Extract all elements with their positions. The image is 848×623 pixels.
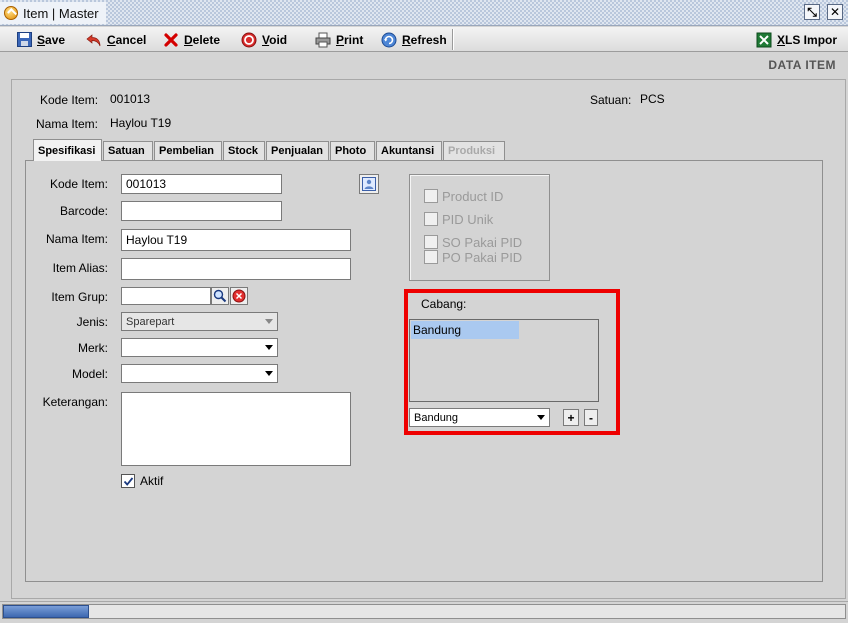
magnifier-icon <box>213 289 227 303</box>
barcode-label: Barcode: <box>59 204 108 218</box>
nama-item-label: Nama Item: <box>45 232 108 246</box>
toolbar-separator <box>452 29 454 50</box>
restore-window-button[interactable]: ⤡ <box>804 4 820 20</box>
item-grup-input[interactable] <box>121 287 211 305</box>
close-window-button[interactable]: ✕ <box>827 4 843 20</box>
horizontal-scrollbar[interactable] <box>2 604 846 619</box>
chevron-down-icon <box>265 319 273 324</box>
undo-arrow-icon <box>86 32 102 48</box>
cancel-button[interactable]: Cancel <box>86 29 146 50</box>
item-grup-search-button[interactable] <box>211 287 229 305</box>
model-label: Model: <box>71 367 108 381</box>
checkmark-icon <box>123 476 133 486</box>
refresh-button[interactable]: Refresh <box>381 29 447 50</box>
kode-item-label: Kode Item: <box>49 177 108 191</box>
floppy-disk-icon <box>16 32 32 48</box>
nama-item-input[interactable]: Haylou T19 <box>121 229 351 251</box>
cabang-remove-button[interactable]: - <box>584 409 598 426</box>
chevron-down-icon <box>537 415 545 420</box>
aktif-label: Aktif <box>140 474 164 488</box>
window-title: Item | Master <box>23 5 99 21</box>
window-title-box: Item | Master <box>0 2 106 24</box>
jenis-select: Sparepart <box>121 312 278 331</box>
chevron-down-icon <box>265 371 273 376</box>
merk-label: Merk: <box>78 341 108 355</box>
tab-stock[interactable]: Stock <box>223 141 265 160</box>
item-grup-label: Item Grup: <box>51 290 108 304</box>
print-button[interactable]: Print <box>315 29 363 50</box>
item-grup-clear-button[interactable] <box>230 287 248 305</box>
window-title-bar: Item | Master ⤡ ✕ <box>0 0 848 26</box>
void-circle-icon <box>241 32 257 48</box>
header-nama-item-label: Nama Item: <box>36 117 99 131</box>
cabang-label: Cabang: <box>421 297 467 311</box>
horizontal-scrollbar-thumb[interactable] <box>3 605 89 618</box>
void-button[interactable]: Void <box>241 29 287 50</box>
pid-unik-label: PID Unik <box>442 212 494 227</box>
delete-x-icon <box>163 32 179 48</box>
header-kode-item-value: 001013 <box>110 92 151 106</box>
section-title: DATA ITEM <box>768 58 836 72</box>
so-pakai-pid-label: SO Pakai PID <box>442 235 523 250</box>
tab-akuntansi[interactable]: Akuntansi <box>376 141 442 160</box>
app-icon <box>4 6 18 20</box>
cabang-add-button[interactable]: + <box>563 409 579 426</box>
jenis-label: Jenis: <box>76 315 108 329</box>
save-button[interactable]: Save <box>16 29 65 50</box>
restore-icon: ⤡ <box>807 5 817 19</box>
header-satuan-value: PCS <box>640 92 665 106</box>
tab-satuan[interactable]: Satuan <box>103 141 153 160</box>
tab-pembelian[interactable]: Pembelian <box>154 141 222 160</box>
kode-item-input[interactable]: 001013 <box>121 174 282 194</box>
tab-photo[interactable]: Photo <box>330 141 375 160</box>
excel-icon <box>756 32 772 48</box>
pid-unik-checkbox <box>424 212 438 226</box>
cabang-list-item[interactable]: Bandung <box>411 321 519 339</box>
image-picker-button[interactable] <box>359 174 379 194</box>
clear-circle-icon <box>232 289 246 303</box>
tab-penjualan[interactable]: Penjualan <box>266 141 329 160</box>
toolbar: Save Cancel Delete Void Print Refresh XL… <box>0 27 848 52</box>
printer-icon <box>315 32 331 48</box>
cabang-select[interactable]: Bandung <box>409 408 550 427</box>
keterangan-label: Keterangan: <box>42 395 108 409</box>
product-id-label: Product ID <box>442 189 504 204</box>
item-alias-input[interactable] <box>121 258 351 280</box>
merk-select[interactable] <box>121 338 278 357</box>
aktif-checkbox[interactable] <box>121 474 135 488</box>
tab-spesifikasi[interactable]: Spesifikasi <box>33 139 102 161</box>
item-alias-label: Item Alias: <box>52 261 108 275</box>
po-pakai-pid-checkbox <box>424 250 438 264</box>
header-nama-item-value: Haylou T19 <box>110 116 172 130</box>
close-icon: ✕ <box>829 5 841 19</box>
model-select[interactable] <box>121 364 278 383</box>
header-satuan-label: Satuan: <box>590 93 632 107</box>
barcode-input[interactable] <box>121 201 282 221</box>
picture-icon <box>362 177 376 191</box>
product-id-checkbox <box>424 189 438 203</box>
tab-produksi: Produksi <box>443 141 505 160</box>
keterangan-textarea[interactable] <box>121 392 351 466</box>
po-pakai-pid-label: PO Pakai PID <box>442 250 523 265</box>
so-pakai-pid-checkbox <box>424 235 438 249</box>
xls-import-button[interactable]: XLS Impor <box>756 29 837 50</box>
refresh-icon <box>381 32 397 48</box>
header-kode-item-label: Kode Item: <box>40 93 99 107</box>
chevron-down-icon <box>265 345 273 350</box>
delete-button[interactable]: Delete <box>163 29 220 50</box>
